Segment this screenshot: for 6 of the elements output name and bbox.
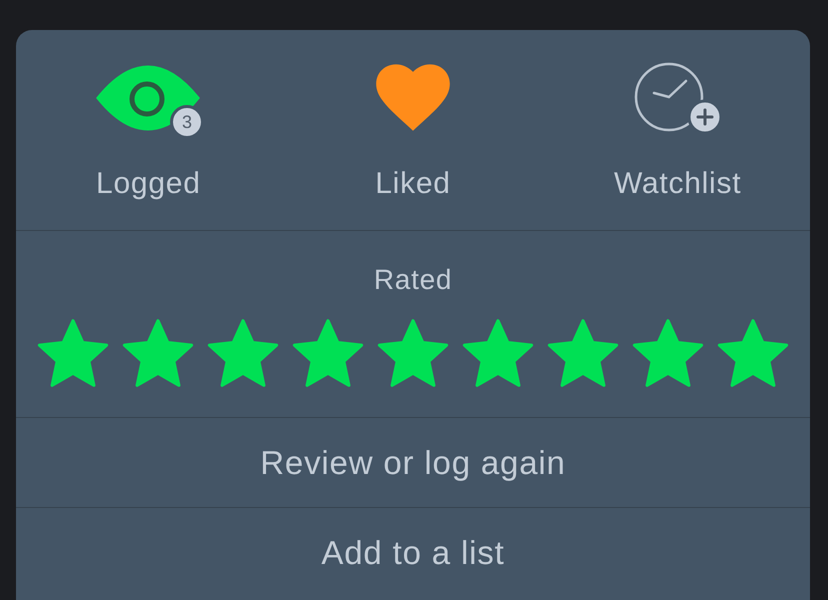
rated-label: Rated — [374, 263, 452, 297]
menu-row-button[interactable]: Review or log again — [16, 417, 810, 507]
menu-row-button[interactable]: Add to a list — [16, 507, 810, 597]
liked-button[interactable]: Liked — [280, 62, 546, 202]
logged-button[interactable]: 3 Logged — [16, 62, 281, 202]
watchlist-button[interactable]: Watchlist — [545, 62, 810, 202]
